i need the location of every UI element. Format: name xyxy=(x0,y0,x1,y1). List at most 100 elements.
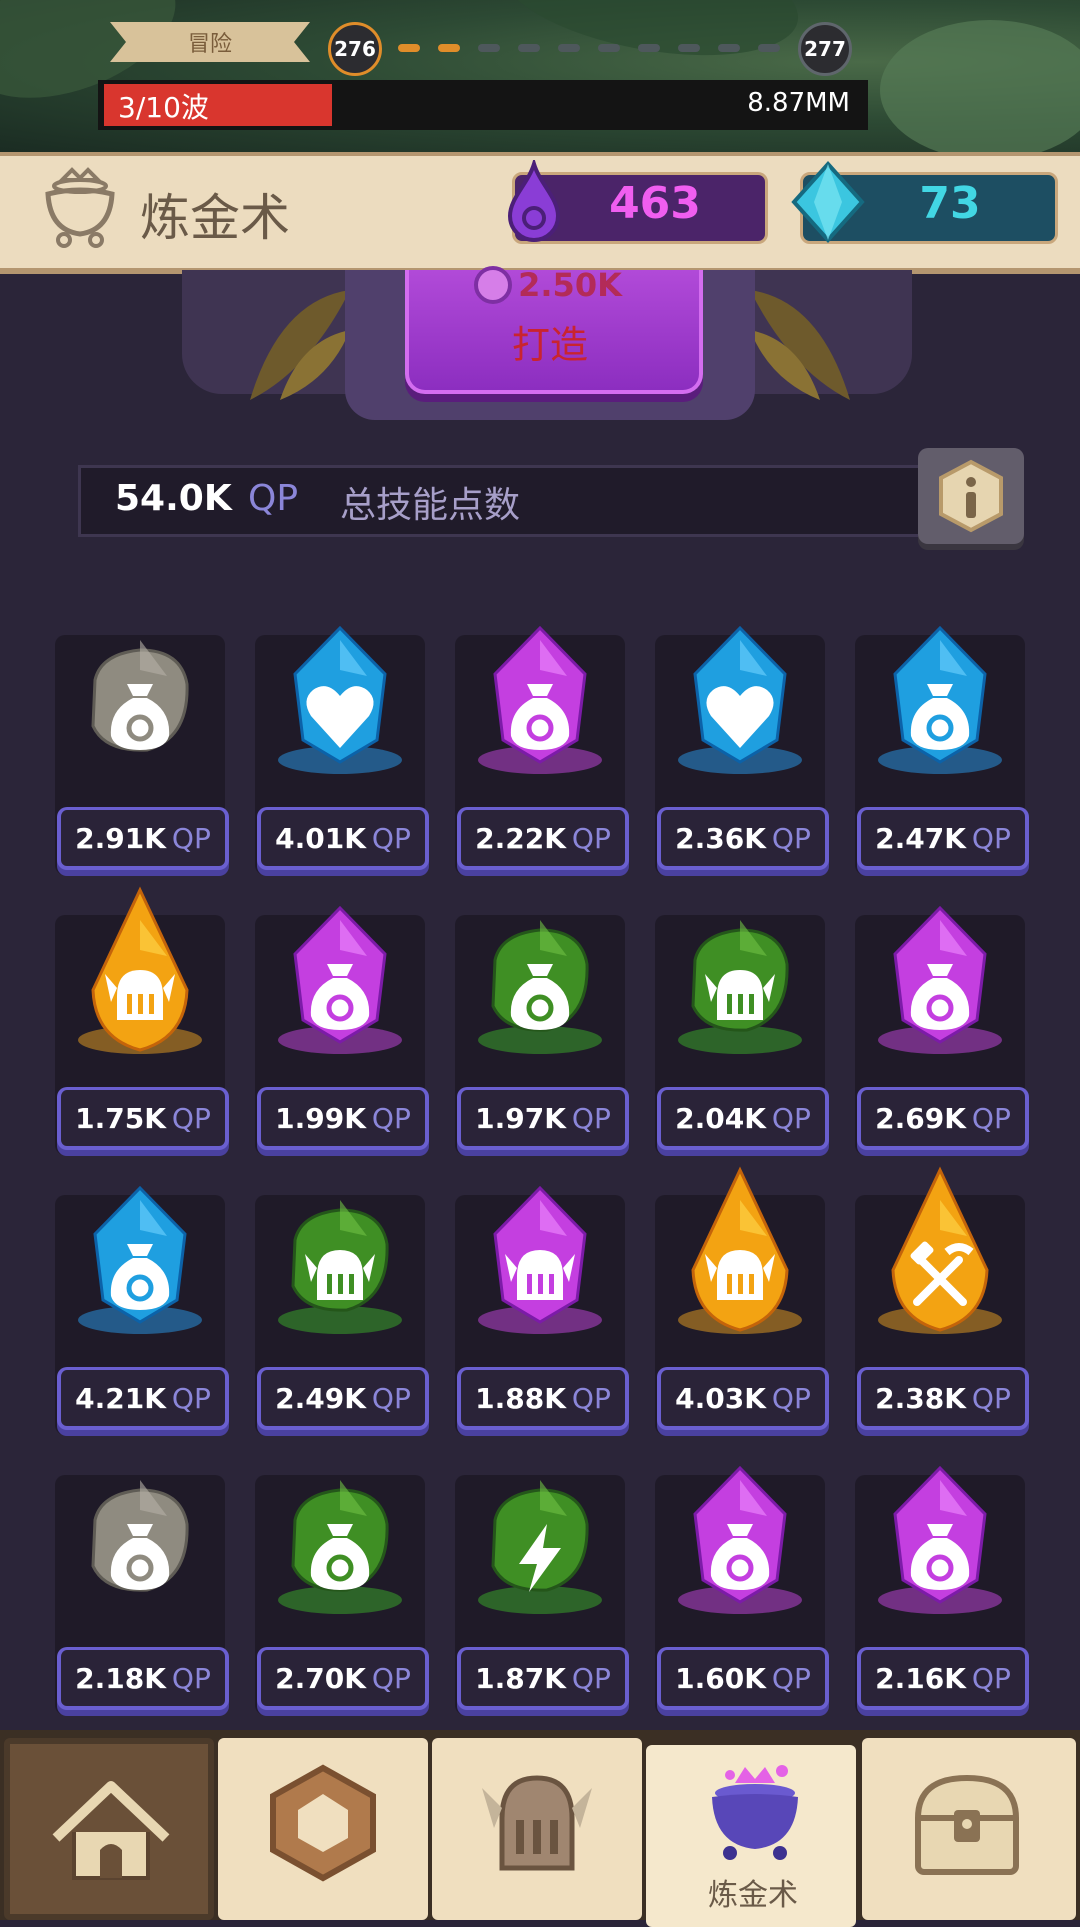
crystal-slot[interactable]: 1.60K QP xyxy=(655,1465,829,1725)
crystal-qp-value: 2.16K xyxy=(875,1661,966,1695)
crystal-qp-label: 1.99K QP xyxy=(257,1087,429,1150)
purple-crystal xyxy=(478,1185,602,1334)
crystal-slot[interactable]: 2.69K QP xyxy=(855,905,1029,1165)
crystal-slot[interactable]: 1.87K QP xyxy=(455,1475,629,1725)
crystal-qp-value: 2.47K xyxy=(875,821,966,855)
crystal-qp-value: 2.38K xyxy=(875,1381,966,1415)
crystal-qp-value: 2.70K xyxy=(275,1661,366,1695)
total-qp-unit: QP xyxy=(248,478,299,519)
elixir-value: 463 xyxy=(609,178,701,229)
crystal-slot[interactable]: 2.47K QP xyxy=(855,625,1029,885)
nav-alchemy-label: 炼金术 xyxy=(708,1878,798,1913)
gem-value: 73 xyxy=(919,178,981,229)
crystal-qp-unit: QP xyxy=(971,821,1011,855)
info-icon xyxy=(939,459,1003,533)
crystal-qp-value: 2.49K xyxy=(275,1381,366,1415)
blue-crystal xyxy=(878,625,1002,774)
green-crystal xyxy=(278,1480,402,1614)
crystal-qp-value: 4.21K xyxy=(75,1381,166,1415)
crystal-body xyxy=(891,1166,989,1332)
crystal-qp-value: 1.88K xyxy=(475,1381,566,1415)
crystal-slot[interactable]: 2.16K QP xyxy=(855,1465,1029,1725)
green-crystal xyxy=(278,1200,402,1334)
crystal-qp-label: 2.04K QP xyxy=(657,1087,829,1150)
damage-value: 8.87MM xyxy=(747,88,850,118)
crystal-qp-value: 1.99K xyxy=(275,1101,366,1135)
green-crystal xyxy=(678,920,802,1054)
crystal-qp-label: 1.97K QP xyxy=(457,1087,629,1150)
crystal-qp-value: 2.22K xyxy=(475,821,566,855)
crystal-qp-label: 1.75K QP xyxy=(57,1087,229,1150)
crystal-qp-label: 4.01K QP xyxy=(257,807,429,870)
leaf-ornament-left xyxy=(250,290,350,400)
page-title: 炼金术 xyxy=(140,189,290,247)
crystal-slot[interactable]: 1.88K QP xyxy=(455,1185,629,1445)
level-progress-dash xyxy=(678,44,700,52)
level-progress-dash xyxy=(398,44,420,52)
level-progress-dash xyxy=(638,44,660,52)
crystal-slot[interactable]: 2.36K QP xyxy=(655,625,829,885)
crystal-qp-label: 2.36K QP xyxy=(657,807,829,870)
crystal-slot[interactable]: 1.99K QP xyxy=(255,905,429,1165)
crystal-qp-unit: QP xyxy=(571,1381,611,1415)
crystal-qp-value: 4.01K xyxy=(275,821,366,855)
crystal-qp-label: 2.16K QP xyxy=(857,1647,1029,1710)
level-progress-dash xyxy=(518,44,540,52)
crystal-qp-unit: QP xyxy=(571,821,611,855)
crystal-qp-label: 2.18K QP xyxy=(57,1647,229,1710)
adventure-mode-tag[interactable]: 冒险 xyxy=(110,22,310,62)
total-qp-label: 总技能点数 xyxy=(340,485,521,526)
crystal-slot[interactable]: 2.38K QP xyxy=(855,1166,1029,1445)
cauldron-icon xyxy=(45,167,115,248)
crystal-qp-unit: QP xyxy=(171,821,211,855)
crystal-slot[interactable]: 2.04K QP xyxy=(655,915,829,1165)
crystal-slot[interactable]: 2.22K QP xyxy=(455,625,629,885)
crystal-slot[interactable]: 1.75K QP xyxy=(55,886,229,1165)
crystal-slot[interactable]: 2.91K QP xyxy=(55,635,229,885)
level-progress-dash xyxy=(598,44,620,52)
gold-crystal xyxy=(678,1166,802,1334)
purple-crystal xyxy=(878,1465,1002,1614)
crystal-slot[interactable]: 4.03K QP xyxy=(655,1166,829,1445)
crystal-slot[interactable]: 2.18K QP xyxy=(55,1475,229,1725)
crystal-qp-value: 2.04K xyxy=(675,1101,766,1135)
crystal-slot[interactable]: 2.49K QP xyxy=(255,1195,429,1445)
crystal-qp-value: 2.36K xyxy=(675,821,766,855)
crystal-qp-unit: QP xyxy=(771,1661,811,1695)
crystal-qp-label: 2.69K QP xyxy=(857,1087,1029,1150)
rune-stone-icon xyxy=(270,1764,376,1882)
crystal-qp-value: 2.18K xyxy=(75,1661,166,1695)
crystal-qp-label: 2.70K QP xyxy=(257,1647,429,1710)
crystal-qp-unit: QP xyxy=(971,1101,1011,1135)
nav-home-button[interactable] xyxy=(4,1738,214,1920)
current-level-badge: 276 xyxy=(328,22,382,76)
crystal-slot[interactable]: 1.97K QP xyxy=(455,915,629,1165)
nav-heroes-button[interactable] xyxy=(432,1738,642,1920)
level-progress-dash xyxy=(758,44,780,52)
crystal-qp-unit: QP xyxy=(771,1101,811,1135)
blue-crystal xyxy=(78,1185,202,1334)
crystal-qp-value: 2.69K xyxy=(875,1101,966,1135)
crystal-qp-unit: QP xyxy=(371,821,411,855)
purple-crystal xyxy=(678,1465,802,1614)
level-progress-dash xyxy=(558,44,580,52)
nav-rune-button[interactable] xyxy=(218,1738,428,1920)
crystal-qp-value: 2.91K xyxy=(75,821,166,855)
wave-counter: 3/10波 xyxy=(118,91,209,124)
grey-crystal xyxy=(91,1480,189,1592)
info-button[interactable] xyxy=(918,448,1024,544)
crystal-qp-label: 4.03K QP xyxy=(657,1367,829,1430)
crystal-qp-unit: QP xyxy=(571,1661,611,1695)
next-level-badge: 277 xyxy=(798,22,852,76)
diamond-gem-icon xyxy=(791,161,865,243)
crystal-slot[interactable]: 2.70K QP xyxy=(255,1475,429,1725)
level-progress-dash xyxy=(718,44,740,52)
nav-treasure-button[interactable] xyxy=(862,1738,1076,1920)
gold-crystal xyxy=(78,886,202,1054)
purple-crystal xyxy=(878,905,1002,1054)
crystal-qp-value: 1.60K xyxy=(675,1661,766,1695)
crystal-qp-unit: QP xyxy=(971,1661,1011,1695)
leaf-ornament-right xyxy=(750,290,850,400)
crystal-slot[interactable]: 4.01K QP xyxy=(255,625,429,885)
crystal-slot[interactable]: 4.21K QP xyxy=(55,1185,229,1445)
